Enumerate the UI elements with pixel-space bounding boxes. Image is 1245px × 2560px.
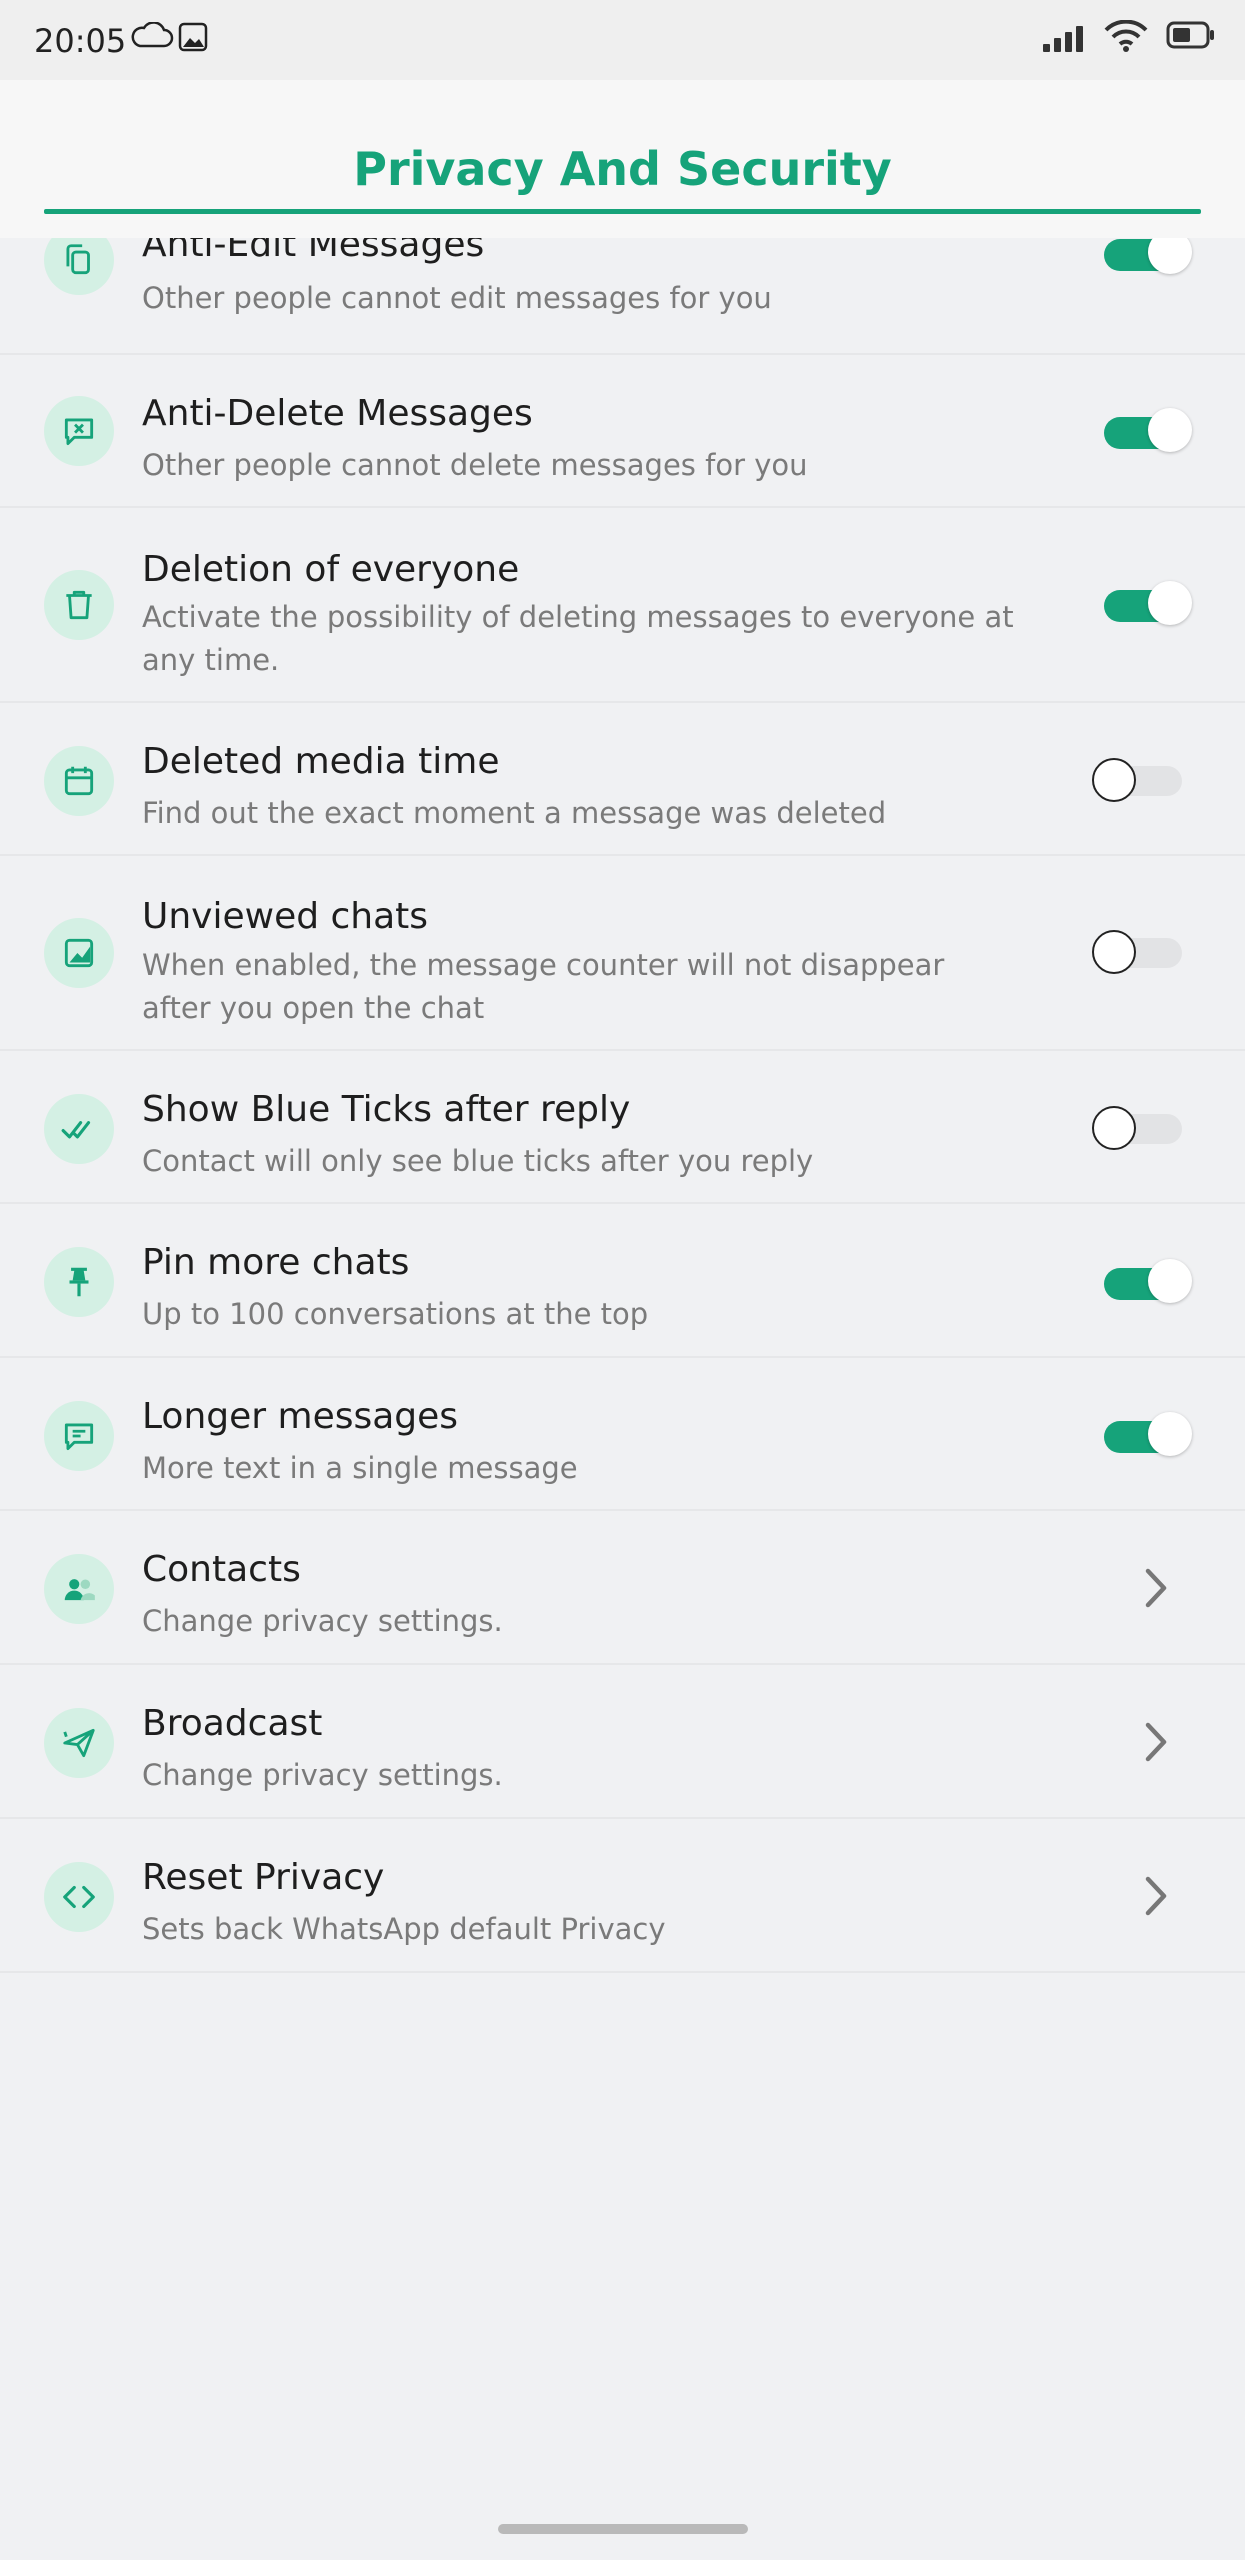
send-icon [63,1728,95,1758]
message-lines-icon [64,1423,94,1451]
copy-icon [66,244,90,275]
battery-icon [1166,20,1216,55]
toggle-switch[interactable] [1092,758,1190,802]
setting-subtitle: Sets back WhatsApp default Privacy [142,1912,666,1946]
setting-deletion-of-everyone[interactable]: Deletion of everyone Activate the possib… [0,508,1245,703]
setting-title: Anti-Edit Messages [142,238,485,265]
page-title: Privacy And Security [353,142,892,196]
toggle-switch[interactable] [1092,1106,1190,1150]
setting-pin-more-chats[interactable]: Pin more chats Up to 100 conversations a… [0,1204,1245,1358]
toggle-switch[interactable] [1102,408,1192,452]
chevron-right-icon[interactable] [1138,1563,1174,1613]
setting-reset-privacy[interactable]: Reset Privacy Sets back WhatsApp default… [0,1819,1245,1973]
chart-icon [64,938,94,968]
home-indicator[interactable] [498,2524,748,2534]
cloud-icon [130,21,174,55]
icon-container [44,396,114,466]
setting-subtitle: Activate the possibility of deleting mes… [142,600,1014,677]
setting-subtitle: More text in a single message [142,1451,578,1485]
setting-subtitle: Contact will only see blue ticks after y… [142,1144,814,1178]
setting-subtitle: When enabled, the message counter will n… [142,948,945,1025]
setting-title: Longer messages [142,1396,459,1437]
setting-deleted-media-time[interactable]: Deleted media time Find out the exact mo… [0,703,1245,856]
setting-title: Show Blue Ticks after reply [142,1089,631,1130]
icon-container [44,1247,114,1317]
icon-container [44,1862,114,1932]
toggle-switch[interactable] [1102,1412,1192,1456]
calendar-icon [64,766,94,796]
double-check-icon [61,1121,91,1139]
code-icon [63,1885,95,1909]
icon-container [44,238,114,295]
setting-show-blue-ticks[interactable]: Show Blue Ticks after reply Contact will… [0,1051,1245,1204]
pin-icon [69,1267,89,1297]
wifi-icon [1104,19,1148,57]
setting-subtitle: Up to 100 conversations at the top [142,1297,649,1331]
setting-subtitle: Other people cannot edit messages for yo… [142,281,772,315]
toggle-switch[interactable] [1102,1259,1192,1303]
setting-title: Deletion of everyone [142,549,520,590]
image-icon [178,22,208,57]
toggle-switch[interactable] [1102,238,1192,274]
setting-title: Reset Privacy [142,1857,385,1898]
icon-container [44,1708,114,1778]
app-header: Privacy And Security [0,80,1245,238]
icon-container [44,746,114,816]
title-underline [44,209,1201,214]
icon-container [44,1094,114,1164]
setting-broadcast[interactable]: Broadcast Change privacy settings. [0,1665,1245,1819]
icon-container [44,918,114,988]
icon-container [44,1401,114,1471]
setting-subtitle: Change privacy settings. [142,1758,503,1792]
toggle-switch[interactable] [1092,930,1190,974]
status-time: 20:05 [34,22,127,60]
setting-subtitle: Find out the exact moment a message was … [142,796,887,830]
setting-subtitle: Change privacy settings. [142,1604,503,1638]
icon-container [44,570,114,640]
setting-unviewed-chats[interactable]: Unviewed chats When enabled, the message… [0,856,1245,1051]
setting-subtitle: Other people cannot delete messages for … [142,448,808,482]
setting-title: Anti-Delete Messages [142,393,533,434]
setting-title: Broadcast [142,1703,323,1744]
trash-icon [66,590,92,620]
toggle-switch[interactable] [1102,581,1192,625]
status-bar: 20:05 [0,0,1245,80]
chevron-right-icon[interactable] [1138,1871,1174,1921]
setting-contacts[interactable]: Contacts Change privacy settings. [0,1511,1245,1665]
chevron-right-icon[interactable] [1138,1717,1174,1767]
setting-longer-messages[interactable]: Longer messages More text in a single me… [0,1358,1245,1511]
setting-title: Unviewed chats [142,896,429,937]
signal-icon [1043,24,1089,57]
setting-anti-delete-messages[interactable]: Anti-Delete Messages Other people cannot… [0,355,1245,508]
contacts-icon [64,1579,95,1601]
setting-anti-edit-messages[interactable]: Anti-Edit Messages Other people cannot e… [0,238,1245,355]
setting-title: Deleted media time [142,741,500,782]
message-x-icon [64,418,94,446]
setting-title: Contacts [142,1549,301,1590]
settings-list: Anti-Edit Messages Other people cannot e… [0,238,1245,1990]
icon-container [44,1554,114,1624]
setting-title: Pin more chats [142,1242,410,1283]
